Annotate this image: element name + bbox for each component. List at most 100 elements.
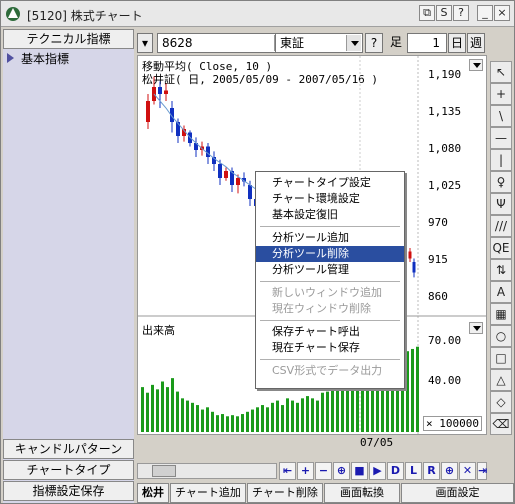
qe-tool-icon[interactable]: QE: [490, 237, 512, 259]
nav-zoomout-button[interactable]: −: [315, 462, 332, 480]
candle-body: [218, 164, 222, 178]
candle-body: [248, 185, 252, 199]
chevron-down-icon: [346, 35, 361, 51]
nav-r-button[interactable]: R: [423, 462, 440, 480]
nav-last-button[interactable]: ⇥: [477, 462, 487, 480]
nav-stop-button[interactable]: ■: [351, 462, 368, 480]
menu-item[interactable]: チャート環境設定: [256, 191, 404, 207]
chart-window: [5120] 株式チャート ⧉ S ? _ × テクニカル指標 基本指標 キャン…: [0, 0, 515, 504]
chart-toolbar: ▾ 8628 東証 ? 足 1 日 週: [137, 33, 487, 53]
volume-bar: [321, 392, 324, 432]
volume-bar: [141, 387, 144, 432]
nav-zoom-icon[interactable]: ⊕: [441, 462, 458, 480]
detach-icon[interactable]: ⧉: [419, 5, 435, 21]
grid-tool-icon[interactable]: ▦: [490, 303, 512, 325]
triangle-tool-icon[interactable]: △: [490, 369, 512, 391]
volume-bar: [346, 381, 349, 432]
volume-bar: [241, 414, 244, 432]
menu-item[interactable]: 分析ツール管理: [256, 262, 404, 278]
volume-bar: [351, 382, 354, 432]
nav-d-button[interactable]: D: [387, 462, 404, 480]
screen-settings-button[interactable]: 画面設定: [401, 483, 514, 503]
trendline-tool-icon[interactable]: \: [490, 105, 512, 127]
drawing-tools: ↖ + \ — | ♀ Ψ /// QE ⇅ A ▦ ○ □ △ ◇ ⌫: [490, 61, 514, 435]
horizontal-scrollbar[interactable]: [137, 463, 277, 479]
context-menu: チャートタイプ設定 チャート環境設定 基本設定復旧 分析ツール追加 分析ツール削除 分析ツ…: [255, 171, 405, 389]
period-value-input[interactable]: 1: [407, 33, 447, 53]
eraser-tool-icon[interactable]: ◇: [490, 391, 512, 413]
volume-bar: [246, 411, 249, 432]
candle-body: [408, 251, 412, 259]
stock-code-select[interactable]: 8628: [157, 33, 291, 53]
menu-item[interactable]: 現在チャート保存: [256, 340, 404, 356]
nav-l-button[interactable]: L: [405, 462, 422, 480]
nav-play-button[interactable]: ▶: [369, 462, 386, 480]
scroll-thumb[interactable]: [152, 465, 176, 477]
nav-fit-button[interactable]: ⊕: [333, 462, 350, 480]
volume-bar: [251, 409, 254, 432]
menu-item: CSV形式でデータ出力: [272, 364, 383, 377]
day-button[interactable]: 日: [448, 33, 466, 53]
hline-tool-icon[interactable]: —: [490, 127, 512, 149]
menu-item[interactable]: チャートタイプ設定: [256, 175, 404, 191]
menu-separator: [260, 320, 400, 321]
tab-technical-indicators[interactable]: テクニカル指標: [3, 29, 134, 49]
nav-first-button[interactable]: ⇤: [279, 462, 296, 480]
volume-bar: [341, 384, 344, 432]
volume-bar: [281, 405, 284, 432]
crosshair-tool-icon[interactable]: +: [490, 83, 512, 105]
menu-item[interactable]: 基本設定復旧: [256, 207, 404, 223]
volume-bar: [186, 400, 189, 432]
ellipse-tool-icon[interactable]: ○: [490, 325, 512, 347]
indicator-panel: テクニカル指標 基本指標 キャンドルパターン チャートタイプ 指標設定保存: [3, 29, 134, 503]
volume-bar: [326, 391, 329, 432]
menu-item[interactable]: 分析ツール追加: [256, 230, 404, 246]
rectangle-tool-icon[interactable]: □: [490, 347, 512, 369]
volume-bar: [151, 384, 154, 432]
minimize-button[interactable]: _: [477, 5, 493, 21]
screen-switch-button[interactable]: 画面転換: [324, 483, 400, 503]
volume-bar: [206, 407, 209, 432]
close-button[interactable]: ×: [494, 5, 510, 21]
window-title: [5120] 株式チャート: [27, 9, 143, 23]
volume-bar: [196, 405, 199, 432]
volume-bar: [286, 398, 289, 432]
tab-matsui[interactable]: 松井: [137, 483, 169, 503]
volume-bar: [156, 389, 159, 432]
text-tool-icon[interactable]: A: [490, 281, 512, 303]
vline-tool-icon[interactable]: |: [490, 149, 512, 171]
tab-chart-type[interactable]: チャートタイプ: [3, 460, 134, 480]
week-button[interactable]: 週: [467, 33, 485, 53]
channel-tool-icon[interactable]: ///: [490, 215, 512, 237]
candle-body: [224, 171, 228, 178]
delete-chart-button[interactable]: チャート削除: [247, 483, 323, 503]
volume-bar: [191, 402, 194, 432]
nav-zoomin-button[interactable]: +: [297, 462, 314, 480]
menu-item[interactable]: 分析ツール削除: [256, 246, 404, 262]
fork-tool-icon[interactable]: Ψ: [490, 193, 512, 215]
market-select[interactable]: 東証: [275, 33, 363, 53]
s-icon[interactable]: S: [436, 5, 452, 21]
delete-tool-icon[interactable]: ⌫: [490, 413, 512, 435]
candle-body: [236, 178, 240, 185]
volume-bar: [406, 351, 409, 432]
volume-bar: [226, 416, 229, 432]
period-label: 足: [389, 35, 402, 49]
menu-item[interactable]: 保存チャート呼出: [256, 324, 404, 340]
add-chart-button[interactable]: チャート追加: [170, 483, 246, 503]
save-indicator-settings[interactable]: 指標設定保存: [3, 481, 134, 501]
help-icon[interactable]: ?: [453, 5, 469, 21]
tab-candle-pattern[interactable]: キャンドルパターン: [3, 439, 134, 459]
app-icon: [6, 7, 20, 21]
volume-bar: [291, 400, 294, 432]
fibonacci-tool-icon[interactable]: ♀: [490, 171, 512, 193]
x-axis-label: 07/05: [360, 436, 394, 449]
basic-indicator-item[interactable]: 基本指標: [3, 50, 134, 66]
volume-bar: [301, 398, 304, 432]
pointer-tool-icon[interactable]: ↖: [490, 61, 512, 83]
swap-tool-icon[interactable]: ⇅: [490, 259, 512, 281]
help-button[interactable]: ?: [365, 33, 383, 53]
nav-close-button[interactable]: ✕: [459, 462, 476, 480]
volume-bar: [256, 407, 259, 432]
menu-dropdown-button[interactable]: ▾: [137, 33, 153, 53]
